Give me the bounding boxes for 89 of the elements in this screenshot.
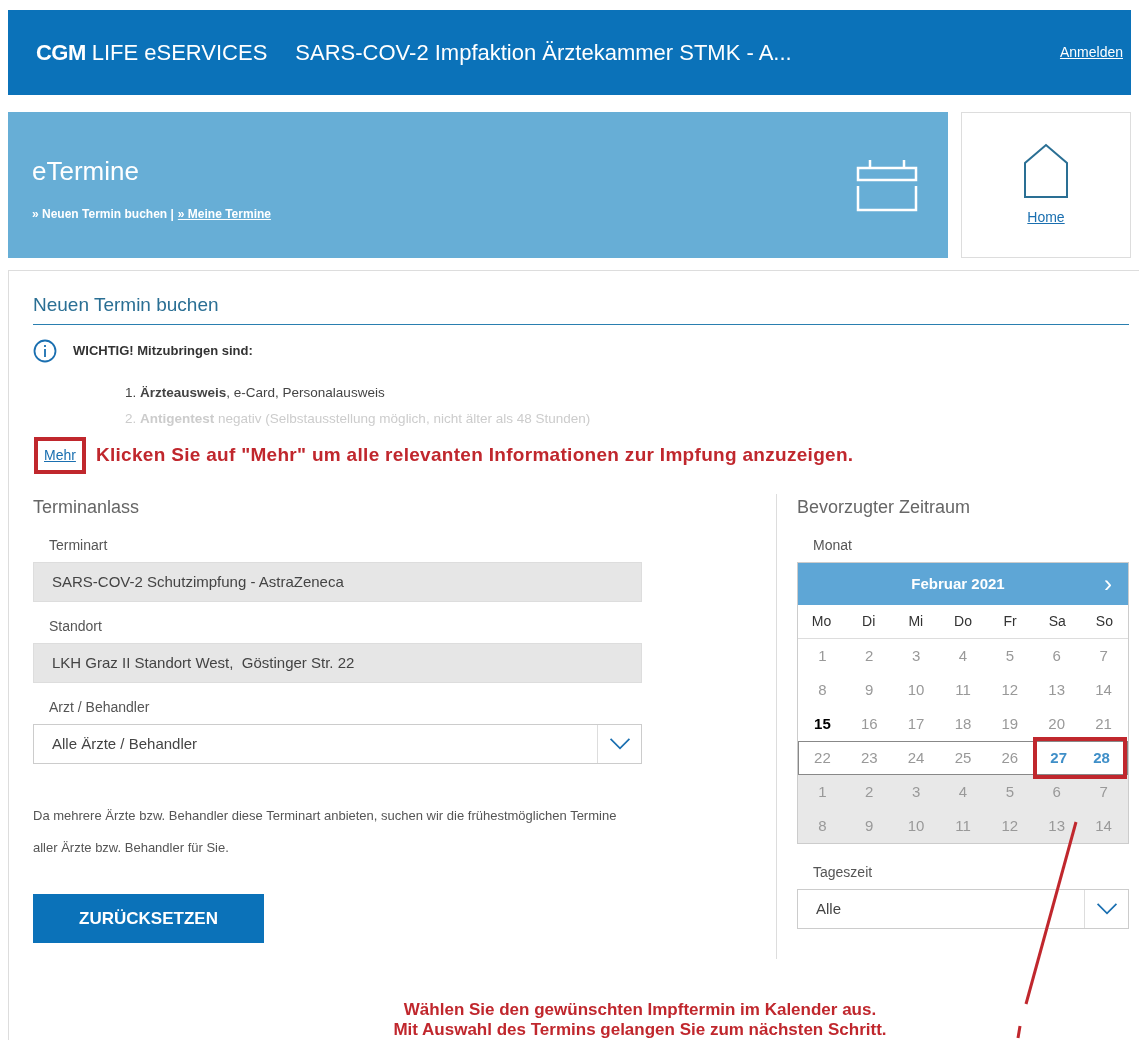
weekday-label: Fr: [1002, 612, 1018, 631]
select-field[interactable]: Alle Ärzte / Behandler: [33, 724, 642, 764]
breadcrumb-link[interactable]: » Neuen Termin buchen |: [32, 204, 174, 223]
calendar-day[interactable]: 22: [799, 742, 846, 774]
calendar-day[interactable]: 2: [845, 640, 893, 672]
calendar-day[interactable]: 12: [986, 674, 1034, 706]
calendar-day[interactable]: 9: [845, 810, 893, 842]
calendar-day[interactable]: 19: [986, 708, 1034, 740]
calendar-day[interactable]: 8: [799, 810, 846, 842]
calendar-icon: [856, 158, 918, 212]
calendar-week-row[interactable]: 15 16 17 18 19 20 21: [798, 707, 1128, 741]
calendar-day[interactable]: 11: [939, 674, 987, 706]
field-label: Arzt / Behandler: [49, 698, 151, 717]
calendar-day[interactable]: 6: [1033, 640, 1081, 672]
field-label: Tageszeit: [813, 863, 874, 882]
page-title: SARS-COV-2 Impfaktion Ärztekammer STMK - A...: [295, 39, 793, 67]
weekday-label: Mi: [907, 612, 925, 631]
field-label: Terminart: [49, 536, 109, 555]
readonly-field: SARS-COV-2 Schutzimpfung - AstraZeneca: [33, 562, 642, 602]
calendar-day[interactable]: 16: [845, 708, 893, 740]
annotation-text: Mit Auswahl des Termins gelangen Sie zum nächsten Schritt.: [393, 1020, 887, 1040]
calendar-day[interactable]: 13: [1033, 810, 1081, 842]
field-label: Standort: [49, 617, 103, 636]
readonly-field: LKH Graz II Standort West, Göstinger Str. 22: [33, 643, 642, 683]
calendar-day[interactable]: 11: [939, 810, 987, 842]
column-heading: Bevorzugter Zeitraum: [797, 496, 972, 519]
weekday-label: Sa: [1047, 612, 1067, 631]
calendar-day[interactable]: 10: [892, 674, 940, 706]
select-field[interactable]: Alle: [797, 889, 1129, 929]
reset-button[interactable]: ZURÜCKSETZEN: [33, 894, 264, 943]
calendar-day[interactable]: 12: [986, 810, 1034, 842]
field-label: Monat: [813, 536, 853, 555]
weekday-label: So: [1094, 612, 1114, 631]
weekday-label: Do: [953, 612, 973, 631]
calendar-day[interactable]: 24: [892, 742, 940, 774]
info-icon: [33, 338, 57, 363]
calendar-month: Februar 2021: [910, 573, 1006, 594]
chevron-down-icon: [608, 738, 631, 750]
calendar-day[interactable]: 17: [892, 708, 940, 740]
calendar-day[interactable]: 14: [1080, 810, 1127, 842]
calendar-day[interactable]: 7: [1080, 776, 1127, 808]
annotation-text: Klicken Sie auf "Mehr" um alle relevanten Informationen zur Impfung anzuzeigen.: [95, 443, 854, 468]
calendar-day[interactable]: 7: [1080, 640, 1127, 672]
calendar-week-row[interactable]: 1 2 3 4 5 6 7: [798, 775, 1128, 809]
next-month-button[interactable]: ›: [1088, 572, 1128, 596]
home-button[interactable]: Home: [961, 112, 1131, 258]
home-icon: [1023, 142, 1069, 199]
calendar-day[interactable]: 26: [986, 742, 1034, 774]
weekday-label: Mo: [810, 612, 833, 631]
calendar-day[interactable]: 3: [892, 776, 940, 808]
calendar-day[interactable]: 10: [892, 810, 940, 842]
logo-text: CGM: [36, 39, 86, 67]
calendar-day[interactable]: 1: [799, 776, 846, 808]
calendar-day[interactable]: 14: [1080, 674, 1127, 706]
calendar-day[interactable]: 15: [799, 708, 846, 740]
more-link[interactable]: Mehr: [34, 437, 86, 474]
calendar-day[interactable]: 1: [799, 640, 846, 672]
calendar-day[interactable]: 23: [845, 742, 893, 774]
calendar-day[interactable]: 8: [799, 674, 846, 706]
calendar-day[interactable]: 6: [1033, 776, 1081, 808]
breadcrumb-link[interactable]: » Meine Termine: [177, 204, 271, 223]
logo-text: LIFE eSERVICES: [91, 39, 268, 67]
calendar-day[interactable]: 21: [1080, 708, 1127, 740]
calendar-day[interactable]: 28: [1080, 741, 1123, 775]
banner-title: eTermine: [32, 154, 140, 188]
login-link[interactable]: Anmelden: [1059, 42, 1123, 63]
section-title: Neuen Termin buchen: [33, 293, 220, 317]
info-heading: WICHTIG! Mitzubringen sind:: [73, 341, 253, 360]
calendar-day[interactable]: 5: [986, 640, 1034, 672]
calendar-week-row[interactable]: 8 9 10 11 12 13 14: [798, 673, 1128, 707]
calendar-day[interactable]: 20: [1033, 708, 1081, 740]
calendar-day[interactable]: 2: [845, 776, 893, 808]
calendar-day[interactable]: 27: [1037, 741, 1081, 775]
calendar-week-row[interactable]: 1 2 3 4 5 6 7: [798, 639, 1128, 673]
annotation-text: Wählen Sie den gewünschten Impftermin im Kalender aus.: [403, 1000, 877, 1020]
chevron-down-icon: [1095, 903, 1118, 915]
calendar-day[interactable]: 5: [986, 776, 1034, 808]
list-item: 1. Ärzteausweis, e-Card, Personalausweis: [125, 383, 386, 402]
calendar-day[interactable]: 4: [939, 640, 987, 672]
calendar-day[interactable]: 18: [939, 708, 987, 740]
calendar-day[interactable]: 13: [1033, 674, 1081, 706]
calendar-week-row[interactable]: 8 9 10 11 12 13 14: [798, 809, 1128, 843]
calendar-day[interactable]: 4: [939, 776, 987, 808]
info-text: Da mehrere Ärzte bzw. Behandler diese Terminart anbieten, suchen wir die frühestmöglichen Termine aller Ärzte bzw. Behandler für Sie.: [33, 807, 618, 857]
calendar-day[interactable]: 3: [892, 640, 940, 672]
calendar-day[interactable]: 9: [845, 674, 893, 706]
column-heading: Terminanlass: [33, 496, 141, 519]
calendar-day[interactable]: 25: [939, 742, 987, 774]
weekday-label: Di: [861, 612, 877, 631]
